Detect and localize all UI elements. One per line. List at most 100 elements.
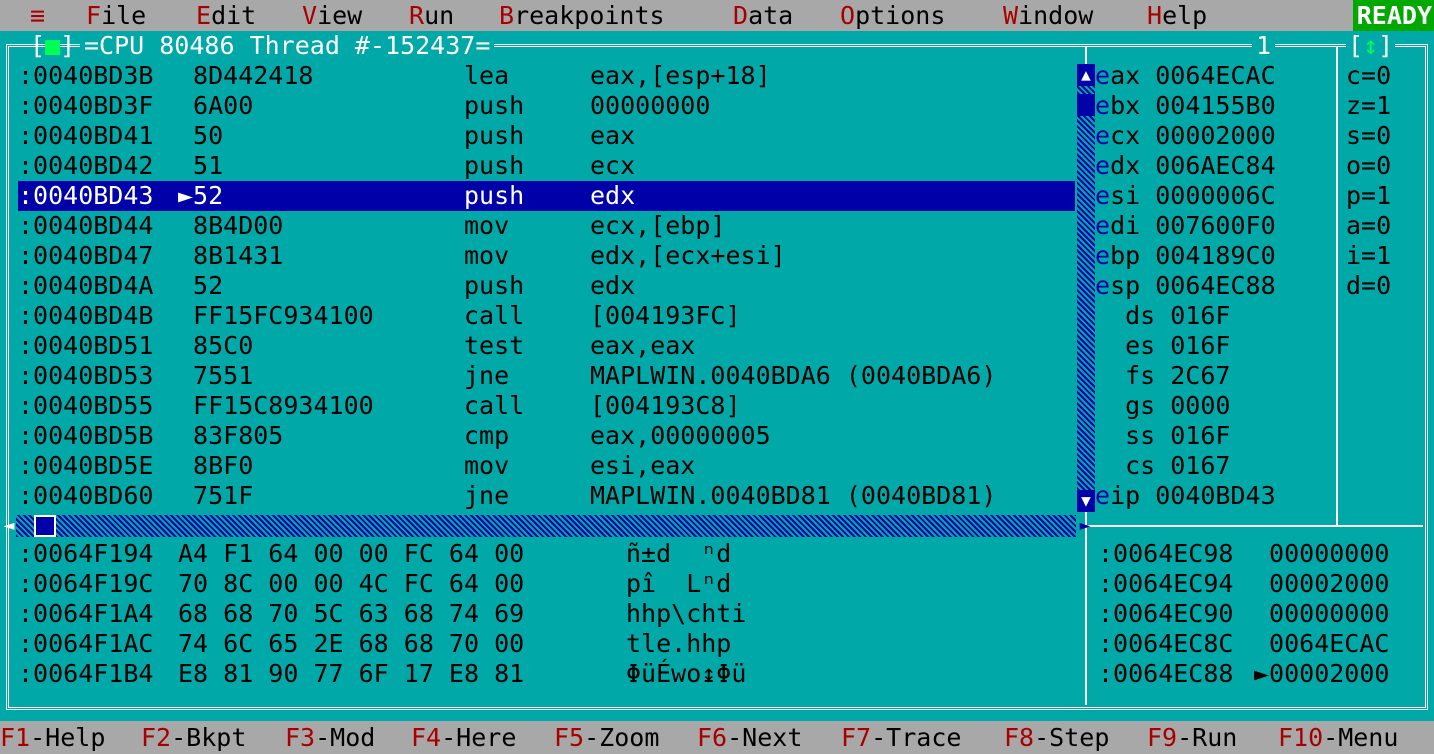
dump-row[interactable]: :0064F1A4 68 68 70 5C 63 68 74 69 hhp\chti: [18, 599, 1078, 629]
menu-breakpoints[interactable]: Breakpoints: [499, 0, 665, 31]
register-row[interactable]: ebx 004155B0: [1095, 91, 1335, 121]
stack-row[interactable]: :0064EC90 00000000: [1098, 599, 1428, 629]
code-address: :0040BD43: [18, 181, 154, 210]
register-row[interactable]: edx 006AEC84: [1095, 151, 1335, 181]
flag-row[interactable]: c=0: [1346, 61, 1426, 91]
code-row[interactable]: :0040BD47 8B1431 mov edx,[ecx+esi]: [18, 241, 1073, 271]
scroll-up-arrow-icon[interactable]: ▲: [1077, 64, 1095, 86]
register-row[interactable]: ds 016F: [1095, 301, 1335, 331]
fkey-f3[interactable]: F3-Mod: [285, 721, 375, 754]
scroll-left-arrow-icon[interactable]: ◄: [0, 515, 20, 537]
stack-row[interactable]: :0064EC88 ►00002000: [1098, 659, 1428, 689]
flag-row[interactable]: i=1: [1346, 241, 1426, 271]
menu-data[interactable]: Data: [733, 0, 793, 31]
register-row[interactable]: esp 0064EC88: [1095, 271, 1335, 301]
code-bytes: 751F: [178, 481, 254, 510]
register-row[interactable]: esi 0000006C: [1095, 181, 1335, 211]
register-row[interactable]: eax 0064ECAC: [1095, 61, 1335, 91]
stack-value: ►00002000: [1254, 659, 1390, 688]
window-close-box[interactable]: [■]: [30, 31, 75, 61]
fkey-f5[interactable]: F5-Zoom: [554, 721, 659, 754]
fkey-f8[interactable]: F8-Step: [1004, 721, 1109, 754]
dump-row[interactable]: :0064F19C 70 8C 00 00 4C FC 64 00 pî Lⁿd: [18, 569, 1078, 599]
code-row[interactable]: :0040BD5B 83F805 cmp eax,00000005: [18, 421, 1073, 451]
menu-file[interactable]: File: [86, 0, 146, 31]
register-row[interactable]: ss 016F: [1095, 421, 1335, 451]
stack-row[interactable]: :0064EC94 00002000: [1098, 569, 1428, 599]
code-row[interactable]: :0040BD53 7551 jne MAPLWIN.0040BDA6 (0040B…: [18, 361, 1073, 391]
menu-run[interactable]: Run: [409, 0, 454, 31]
code-address: :0040BD53: [18, 361, 154, 390]
fkey-f6[interactable]: F6-Next: [697, 721, 802, 754]
code-row[interactable]: :0040BD3B 8D442418 lea eax,[esp+18]: [18, 61, 1073, 91]
code-row[interactable]: :0040BD5E 8BF0 mov esi,eax: [18, 451, 1073, 481]
fkey-f10[interactable]: F10-Menu: [1278, 721, 1398, 754]
scroll-right-arrow-icon[interactable]: ►: [1074, 515, 1096, 537]
register-row[interactable]: fs 2C67: [1095, 361, 1335, 391]
flag-row[interactable]: a=0: [1346, 211, 1426, 241]
dump-row[interactable]: :0064F1AC 74 6C 65 2E 68 68 70 00 tle.hhp: [18, 629, 1078, 659]
register-value: es 016F: [1095, 331, 1231, 360]
register-row[interactable]: gs 0000: [1095, 391, 1335, 421]
code-bytes: 8D442418: [178, 61, 314, 90]
fkey-key: F10: [1278, 723, 1324, 752]
code-row[interactable]: :0040BD43 ►52 push edx: [18, 181, 1075, 211]
register-prefix: e: [1095, 241, 1111, 270]
code-address: :0040BD5E: [18, 451, 154, 480]
menu-window[interactable]: Window: [1003, 0, 1093, 31]
register-value: cx 00002000: [1110, 121, 1276, 150]
register-row[interactable]: es 016F: [1095, 331, 1335, 361]
code-horizontal-scrollbar[interactable]: ◄ ►: [4, 515, 1090, 537]
fkey-f1[interactable]: F1-Help: [0, 721, 105, 754]
code-row[interactable]: :0040BD51 85C0 test eax,eax: [18, 331, 1073, 361]
fkey-f7[interactable]: F7-Trace: [841, 721, 961, 754]
menu-help[interactable]: Help: [1147, 0, 1207, 31]
flag-row[interactable]: z=1: [1346, 91, 1426, 121]
code-vertical-scrollbar[interactable]: ▲ ▼: [1077, 64, 1095, 512]
flag-row[interactable]: p=1: [1346, 181, 1426, 211]
fkey-f9[interactable]: F9-Run: [1147, 721, 1237, 754]
code-row[interactable]: :0040BD4B FF15FC934100 call [004193FC]: [18, 301, 1073, 331]
flag-row[interactable]: s=0: [1346, 121, 1426, 151]
code-row[interactable]: :0040BD41 50 push eax: [18, 121, 1073, 151]
cpu-window: [■] =CPU 80486 Thread #-152437= 1 [↕] :0…: [0, 31, 1434, 721]
system-menu-icon[interactable]: ≡: [30, 0, 45, 31]
register-prefix: e: [1095, 271, 1111, 300]
status-badge: READY: [1352, 0, 1434, 31]
code-opcode: call: [464, 301, 525, 330]
horizontal-scroll-thumb[interactable]: [34, 515, 56, 537]
register-row[interactable]: cs 0167: [1095, 451, 1335, 481]
code-address: :0040BD51: [18, 331, 154, 360]
code-row[interactable]: :0040BD42 51 push ecx: [18, 151, 1073, 181]
code-row[interactable]: :0040BD4A 52 push edx: [18, 271, 1073, 301]
stack-row[interactable]: :0064EC8C 0064ECAC: [1098, 629, 1428, 659]
dump-row[interactable]: :0064F194 A4 F1 64 00 00 FC 64 00 ñ±d ⁿd: [18, 539, 1078, 569]
menu-edit[interactable]: Edit: [196, 0, 256, 31]
code-row[interactable]: :0040BD55 FF15C8934100 call [004193C8]: [18, 391, 1073, 421]
register-row[interactable]: eip 0040BD43: [1095, 481, 1335, 511]
menu-view[interactable]: View: [302, 0, 362, 31]
code-row[interactable]: :0040BD3F 6A00 push 00000000: [18, 91, 1073, 121]
code-row[interactable]: :0040BD44 8B4D00 mov ecx,[ebp]: [18, 211, 1073, 241]
register-row[interactable]: edi 007600F0: [1095, 211, 1335, 241]
code-opcode: push: [464, 271, 525, 300]
fkey-f2[interactable]: F2-Bkpt: [141, 721, 246, 754]
scroll-thumb[interactable]: [1077, 94, 1095, 116]
flag-row[interactable]: o=0: [1346, 151, 1426, 181]
menu-options[interactable]: Options: [840, 0, 945, 31]
scroll-down-arrow-icon[interactable]: ▼: [1077, 490, 1095, 512]
code-bytes: FF15FC934100: [178, 301, 374, 330]
code-bytes: ►52: [178, 181, 224, 210]
flag-row[interactable]: d=0: [1346, 271, 1426, 301]
dump-row[interactable]: :0064F1B4 E8 81 90 77 6F 17 E8 81 ΦüÉwo↨Φü: [18, 659, 1078, 689]
register-row[interactable]: ebp 004189C0: [1095, 241, 1335, 271]
register-row[interactable]: ecx 00002000: [1095, 121, 1335, 151]
fkey-f4[interactable]: F4-Here: [411, 721, 516, 754]
dump-ascii: hhp\chti: [626, 599, 747, 628]
fkey-key: F4: [411, 723, 442, 752]
code-operands: edx: [590, 181, 636, 210]
code-bytes: FF15C8934100: [178, 391, 374, 420]
code-row[interactable]: :0040BD60 751F jne MAPLWIN.0040BD81 (0040B…: [18, 481, 1073, 511]
stack-row[interactable]: :0064EC98 00000000: [1098, 539, 1428, 569]
window-zoom-box[interactable]: [↕]: [1346, 31, 1396, 61]
